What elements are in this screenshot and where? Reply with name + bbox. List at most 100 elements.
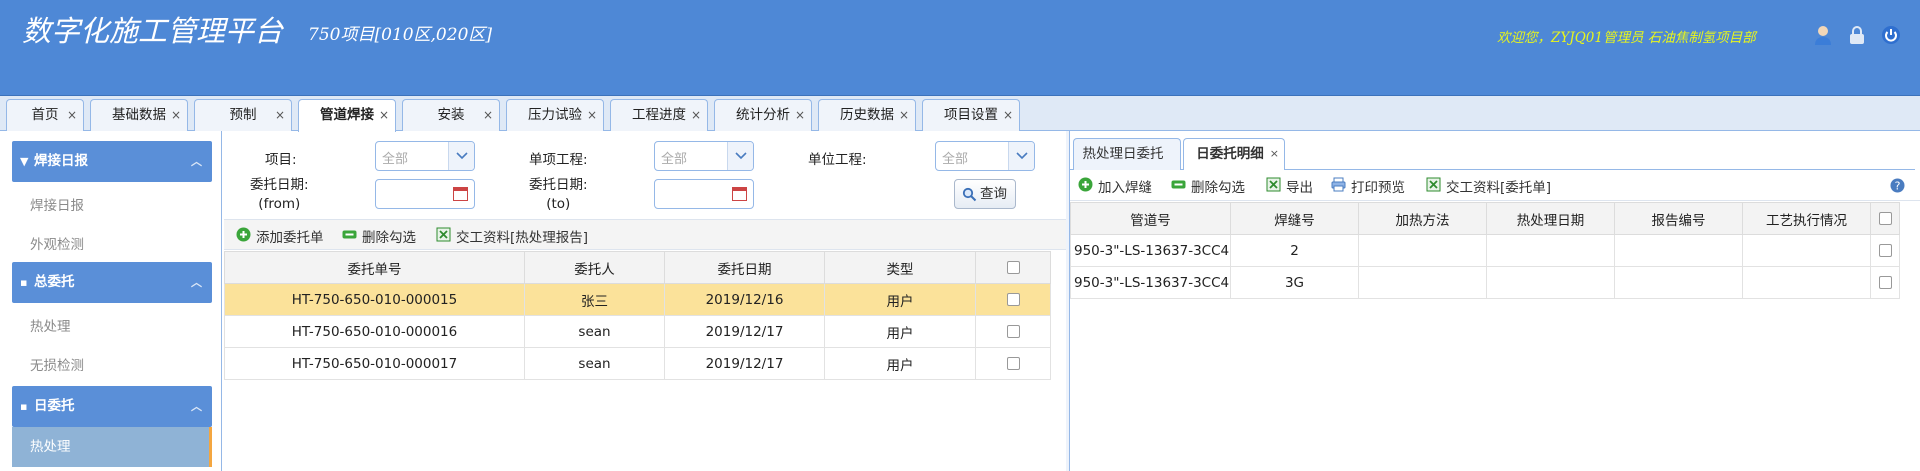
lock-icon[interactable] xyxy=(1846,24,1868,46)
sidebar-group-weld-report[interactable]: ▼ 焊接日报 ︿ xyxy=(12,141,212,182)
power-icon[interactable] xyxy=(1880,24,1902,46)
tab-install[interactable]: 安装 × xyxy=(402,99,500,131)
tab-daily-commission-detail[interactable]: 日委托明细 × xyxy=(1183,138,1285,171)
excel-icon xyxy=(436,227,451,242)
sidebar-item-heat-treatment[interactable]: 热处理 xyxy=(30,315,71,335)
date-to-label-line1: 委托日期: xyxy=(529,177,588,193)
print-preview-button[interactable]: 打印预览 xyxy=(1331,176,1405,196)
tab-prefab[interactable]: 预制 × xyxy=(194,99,292,131)
tab-label: 历史数据 xyxy=(840,107,894,123)
query-button[interactable]: 查询 xyxy=(954,179,1016,209)
calendar-icon[interactable] xyxy=(453,187,468,201)
chevron-down-icon[interactable] xyxy=(1008,142,1034,170)
sidebar-group-daily-commission[interactable]: ▪ 日委托 ︿ xyxy=(12,386,212,427)
chevron-down-icon[interactable] xyxy=(448,142,474,170)
column-header[interactable]: 焊缝号 xyxy=(1230,202,1359,235)
table-row[interactable]: 950-3"-LS-13637-3CC4 2 xyxy=(1070,234,1900,267)
tab-basic-data[interactable]: 基础数据 × xyxy=(90,99,188,131)
column-header[interactable]: 委托日期 xyxy=(664,251,825,284)
close-icon[interactable]: × xyxy=(483,100,493,130)
sidebar-item-daily-heat-treatment[interactable]: 热处理 xyxy=(12,427,212,467)
close-icon[interactable]: × xyxy=(275,100,285,130)
column-header[interactable]: 报告编号 xyxy=(1614,202,1743,235)
table-row[interactable]: HT-750-650-010-000015 张三 2019/12/16 用户 xyxy=(224,283,1051,316)
row-checkbox[interactable] xyxy=(975,347,1051,380)
table-row[interactable]: HT-750-650-010-000017 sean 2019/12/17 用户 xyxy=(224,347,1051,380)
row-checkbox[interactable] xyxy=(1870,234,1900,267)
row-checkbox[interactable] xyxy=(975,315,1051,348)
column-header[interactable]: 管道号 xyxy=(1070,202,1231,235)
svg-text:?: ? xyxy=(1895,180,1901,193)
date-from-input[interactable] xyxy=(375,179,475,209)
chevron-up-icon[interactable]: ︿ xyxy=(191,386,202,427)
tab-pipe-welding[interactable]: 管道焊接 × xyxy=(298,99,396,132)
user-icon[interactable] xyxy=(1812,24,1834,46)
add-weld-button[interactable]: 加入焊缝 xyxy=(1078,176,1152,196)
document-icon: ▪ xyxy=(20,276,28,289)
close-icon[interactable]: × xyxy=(67,100,77,130)
close-icon[interactable]: × xyxy=(171,100,181,130)
date-to-input[interactable] xyxy=(654,179,754,209)
table-row[interactable]: 950-3"-LS-13637-3CC4 3G xyxy=(1070,266,1900,299)
tab-home[interactable]: 首页 × xyxy=(6,99,84,131)
close-icon[interactable]: × xyxy=(1003,100,1013,130)
column-header[interactable]: 热处理日期 xyxy=(1486,202,1615,235)
handover-commission-button[interactable]: 交工资料[委托单] xyxy=(1426,176,1551,196)
close-icon[interactable]: × xyxy=(379,100,389,130)
close-icon[interactable]: × xyxy=(587,100,597,130)
subproject-label: 单项工程: xyxy=(529,152,588,168)
detail-tabbar: 热处理日委托 日委托明细 × xyxy=(1069,136,1915,171)
handover-report-button[interactable]: 交工资料[热处理报告] xyxy=(436,226,588,246)
help-icon[interactable]: ? xyxy=(1890,178,1905,193)
chevron-up-icon[interactable]: ︿ xyxy=(191,262,202,303)
cell-weld-no: 3G xyxy=(1230,266,1359,299)
search-icon xyxy=(962,187,977,202)
project-select[interactable]: 全部 xyxy=(375,141,475,171)
unit-select[interactable]: 全部 xyxy=(935,141,1035,171)
cell-commission-no: HT-750-650-010-000016 xyxy=(224,315,525,348)
select-all-checkbox[interactable] xyxy=(1870,202,1900,235)
sidebar-item-ndt[interactable]: 无损检测 xyxy=(30,354,84,374)
column-header[interactable]: 委托单号 xyxy=(224,251,525,284)
sidebar-group-title: 日委托 xyxy=(34,398,75,414)
tab-project-settings[interactable]: 项目设置 × xyxy=(922,99,1020,131)
column-header[interactable]: 类型 xyxy=(824,251,976,284)
sidebar-item-visual-inspection[interactable]: 外观检测 xyxy=(30,233,84,253)
calendar-icon[interactable] xyxy=(732,187,747,201)
cell-date: 2019/12/17 xyxy=(664,315,825,348)
export-button[interactable]: 导出 xyxy=(1266,176,1313,196)
cell-heating-method xyxy=(1358,266,1487,299)
delete-checked-button[interactable]: 删除勾选 xyxy=(342,226,416,246)
close-icon[interactable]: × xyxy=(899,100,909,130)
tab-history[interactable]: 历史数据 × xyxy=(818,99,916,131)
select-all-checkbox[interactable] xyxy=(975,251,1051,284)
tab-progress[interactable]: 工程进度 × xyxy=(610,99,708,131)
chevron-down-icon[interactable] xyxy=(727,142,753,170)
tab-label: 基础数据 xyxy=(112,107,166,123)
column-header[interactable]: 工艺执行情况 xyxy=(1742,202,1871,235)
chevron-up-icon[interactable]: ︿ xyxy=(191,141,202,182)
row-checkbox[interactable] xyxy=(1870,266,1900,299)
add-icon xyxy=(236,227,251,242)
subproject-select[interactable]: 全部 xyxy=(654,141,754,171)
button-label: 导出 xyxy=(1286,180,1313,196)
close-icon[interactable]: × xyxy=(1270,139,1279,169)
close-icon[interactable]: × xyxy=(691,100,701,130)
table-row[interactable]: HT-750-650-010-000016 sean 2019/12/17 用户 xyxy=(224,315,1051,348)
tab-pressure-test[interactable]: 压力试验 × xyxy=(506,99,604,131)
close-icon[interactable]: × xyxy=(795,100,805,130)
sidebar-group-total-commission[interactable]: ▪ 总委托 ︿ xyxy=(12,262,212,303)
document-icon: ▪ xyxy=(20,400,28,413)
row-checkbox[interactable] xyxy=(975,283,1051,316)
delete-checked-button[interactable]: 删除勾选 xyxy=(1171,176,1245,196)
sidebar-item-weld-report[interactable]: 焊接日报 xyxy=(30,194,84,214)
column-header[interactable]: 委托人 xyxy=(524,251,665,284)
add-commission-button[interactable]: 添加委托单 xyxy=(236,226,324,246)
column-header[interactable]: 加热方法 xyxy=(1358,202,1487,235)
date-from-label: 委托日期: (from) xyxy=(250,176,309,214)
button-label: 打印预览 xyxy=(1351,180,1405,196)
tab-statistics[interactable]: 统计分析 × xyxy=(714,99,812,131)
tab-daily-heat-commission[interactable]: 热处理日委托 xyxy=(1073,138,1181,170)
commission-detail-table: 管道号 焊缝号 加热方法 热处理日期 报告编号 工艺执行情况 950-3"-LS… xyxy=(1070,202,1900,299)
app-header: 数字化施工管理平台 750项目[010区,020区] 欢迎您，ZYJQ01管理员… xyxy=(0,0,1920,96)
